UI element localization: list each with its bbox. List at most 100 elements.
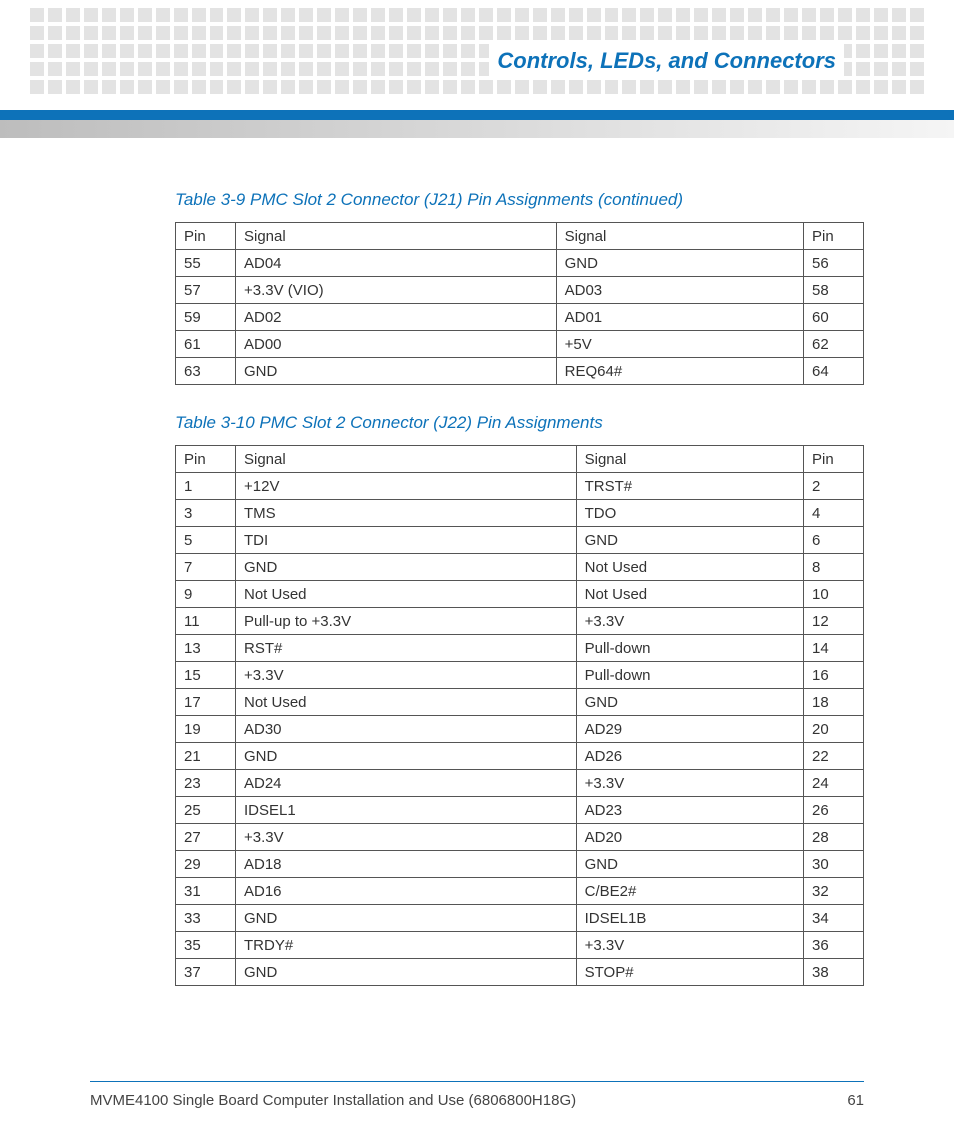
table-cell: 6 xyxy=(804,527,864,554)
table-cell: 11 xyxy=(176,608,236,635)
table-3-9: PinSignalSignalPin55AD04GND5657+3.3V (VI… xyxy=(175,222,864,385)
table-cell: 19 xyxy=(176,716,236,743)
table-row: 25IDSEL1AD2326 xyxy=(176,797,864,824)
table-cell: Not Used xyxy=(576,554,803,581)
table-cell: 62 xyxy=(804,331,864,358)
table-row: 61AD00+5V62 xyxy=(176,331,864,358)
table-row: 59AD02AD0160 xyxy=(176,304,864,331)
table-cell: 4 xyxy=(804,500,864,527)
table-row: 55AD04GND56 xyxy=(176,250,864,277)
column-header: Pin xyxy=(804,446,864,473)
table-cell: +5V xyxy=(556,331,803,358)
table-cell: RST# xyxy=(236,635,577,662)
page-footer: MVME4100 Single Board Computer Installat… xyxy=(90,1081,864,1109)
column-header: Signal xyxy=(556,223,803,250)
table-cell: 23 xyxy=(176,770,236,797)
table-cell: 26 xyxy=(804,797,864,824)
table-cell: 60 xyxy=(804,304,864,331)
column-header: Pin xyxy=(176,446,236,473)
table-cell: AD24 xyxy=(236,770,577,797)
table-cell: 15 xyxy=(176,662,236,689)
table-row: 63GNDREQ64#64 xyxy=(176,358,864,385)
table-cell: GND xyxy=(236,743,577,770)
table-cell: 58 xyxy=(804,277,864,304)
table-cell: TMS xyxy=(236,500,577,527)
header-blue-bar xyxy=(0,110,954,120)
table-cell: 29 xyxy=(176,851,236,878)
table-cell: GND xyxy=(556,250,803,277)
table-cell: C/BE2# xyxy=(576,878,803,905)
table-row: 33GNDIDSEL1B34 xyxy=(176,905,864,932)
table-cell: 33 xyxy=(176,905,236,932)
table-cell: +12V xyxy=(236,473,577,500)
table-cell: 27 xyxy=(176,824,236,851)
table-cell: 3 xyxy=(176,500,236,527)
table-cell: 25 xyxy=(176,797,236,824)
table-cell: Pull-down xyxy=(576,662,803,689)
table-cell: 31 xyxy=(176,878,236,905)
table-cell: 34 xyxy=(804,905,864,932)
table-row: 31AD16C/BE2#32 xyxy=(176,878,864,905)
table-cell: REQ64# xyxy=(556,358,803,385)
table-cell: 1 xyxy=(176,473,236,500)
table-cell: AD02 xyxy=(236,304,557,331)
table-cell: Pull-up to +3.3V xyxy=(236,608,577,635)
column-header: Signal xyxy=(576,446,803,473)
table-cell: GND xyxy=(576,689,803,716)
table-cell: 18 xyxy=(804,689,864,716)
table-cell: TDI xyxy=(236,527,577,554)
table-cell: AD29 xyxy=(576,716,803,743)
table-row: 1+12VTRST#2 xyxy=(176,473,864,500)
table-row: 15+3.3VPull-down16 xyxy=(176,662,864,689)
table-cell: 63 xyxy=(176,358,236,385)
table-cell: IDSEL1 xyxy=(236,797,577,824)
table-cell: AD23 xyxy=(576,797,803,824)
header-gray-bar xyxy=(0,120,954,138)
table-row: 3TMSTDO4 xyxy=(176,500,864,527)
table-cell: 22 xyxy=(804,743,864,770)
table-row: 37GNDSTOP#38 xyxy=(176,959,864,986)
table-row: 23AD24+3.3V24 xyxy=(176,770,864,797)
table-cell: AD30 xyxy=(236,716,577,743)
footer-page-number: 61 xyxy=(847,1092,864,1109)
table-cell: 32 xyxy=(804,878,864,905)
table-cell: +3.3V xyxy=(236,824,577,851)
table-cell: 59 xyxy=(176,304,236,331)
table-row: 29AD18GND30 xyxy=(176,851,864,878)
table-row: 19AD30AD2920 xyxy=(176,716,864,743)
table-cell: 35 xyxy=(176,932,236,959)
table-row: 35TRDY#+3.3V36 xyxy=(176,932,864,959)
table-cell: Not Used xyxy=(236,581,577,608)
table-row: 9Not UsedNot Used10 xyxy=(176,581,864,608)
column-header: Signal xyxy=(236,446,577,473)
table-cell: 30 xyxy=(804,851,864,878)
table-cell: 28 xyxy=(804,824,864,851)
table-cell: 7 xyxy=(176,554,236,581)
table-cell: 38 xyxy=(804,959,864,986)
table-row: 21GNDAD2622 xyxy=(176,743,864,770)
table-cell: 24 xyxy=(804,770,864,797)
table-cell: 13 xyxy=(176,635,236,662)
table-cell: 57 xyxy=(176,277,236,304)
column-header: Signal xyxy=(236,223,557,250)
table-cell: AD03 xyxy=(556,277,803,304)
table-cell: 37 xyxy=(176,959,236,986)
table-cell: TDO xyxy=(576,500,803,527)
table-cell: 14 xyxy=(804,635,864,662)
table-cell: Not Used xyxy=(576,581,803,608)
table-3-10: PinSignalSignalPin1+12VTRST#23TMSTDO45TD… xyxy=(175,445,864,986)
table-cell: 36 xyxy=(804,932,864,959)
table-cell: 64 xyxy=(804,358,864,385)
table-cell: 2 xyxy=(804,473,864,500)
table-cell: STOP# xyxy=(576,959,803,986)
table-row: 17Not UsedGND18 xyxy=(176,689,864,716)
table-row: 7GNDNot Used8 xyxy=(176,554,864,581)
table-cell: 16 xyxy=(804,662,864,689)
table-3-10-caption: Table 3-10 PMC Slot 2 Connector (J22) Pi… xyxy=(175,413,864,433)
table-cell: +3.3V xyxy=(236,662,577,689)
column-header: Pin xyxy=(804,223,864,250)
column-header: Pin xyxy=(176,223,236,250)
table-cell: 61 xyxy=(176,331,236,358)
table-cell: 8 xyxy=(804,554,864,581)
table-cell: GND xyxy=(236,358,557,385)
